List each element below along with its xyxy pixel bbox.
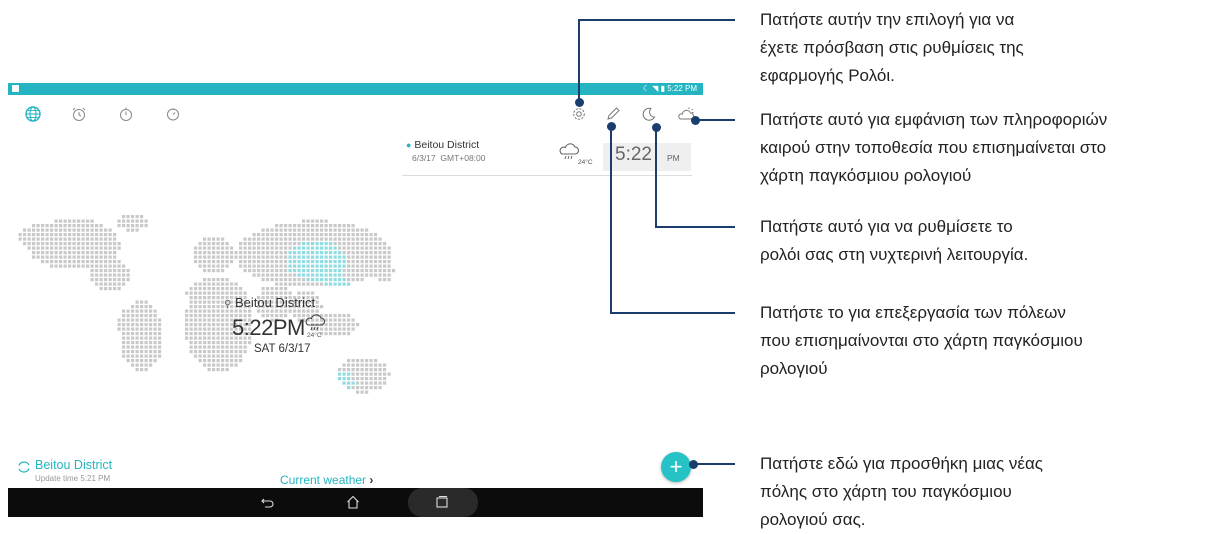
callout-add: Πατήστε εδώ για προσθήκη μιας νέας πόλης… bbox=[760, 450, 1220, 534]
settings-callout-dot bbox=[575, 98, 584, 107]
callout-add-text: Πατήστε εδώ για προσθήκη μιας νέας πόλης… bbox=[760, 454, 1043, 529]
callout-edit: Πατήστε το για επεξεργασία των πόλεων πο… bbox=[760, 299, 1220, 383]
callout-weather-text: Πατήστε αυτό για εμφάνιση των πληροφοριώ… bbox=[760, 110, 1108, 185]
edit-callout-dot bbox=[607, 122, 616, 131]
night-callout-dot bbox=[652, 123, 661, 132]
callout-night: Πατήστε αυτό για να ρυθμίσετε το ρολόι σ… bbox=[760, 213, 1220, 269]
callout-settings-text: Πατήστε αυτήν την επιλογή για να έχετε π… bbox=[760, 10, 1024, 85]
weather-callout-dot bbox=[691, 116, 700, 125]
edit-leader-line bbox=[610, 126, 735, 314]
callout-edit-text: Πατήστε το για επεξεργασία των πόλεων πο… bbox=[760, 303, 1083, 378]
callout-weather: Πατήστε αυτό για εμφάνιση των πληροφοριώ… bbox=[760, 106, 1230, 190]
callout-settings: Πατήστε αυτήν την επιλογή για να έχετε π… bbox=[760, 6, 1220, 90]
settings-leader-line bbox=[578, 19, 735, 102]
callout-night-text: Πατήστε αυτό για να ρυθμίσετε το ρολόι σ… bbox=[760, 217, 1029, 264]
add-callout-dot bbox=[689, 460, 698, 469]
night-leader-line bbox=[655, 128, 735, 228]
